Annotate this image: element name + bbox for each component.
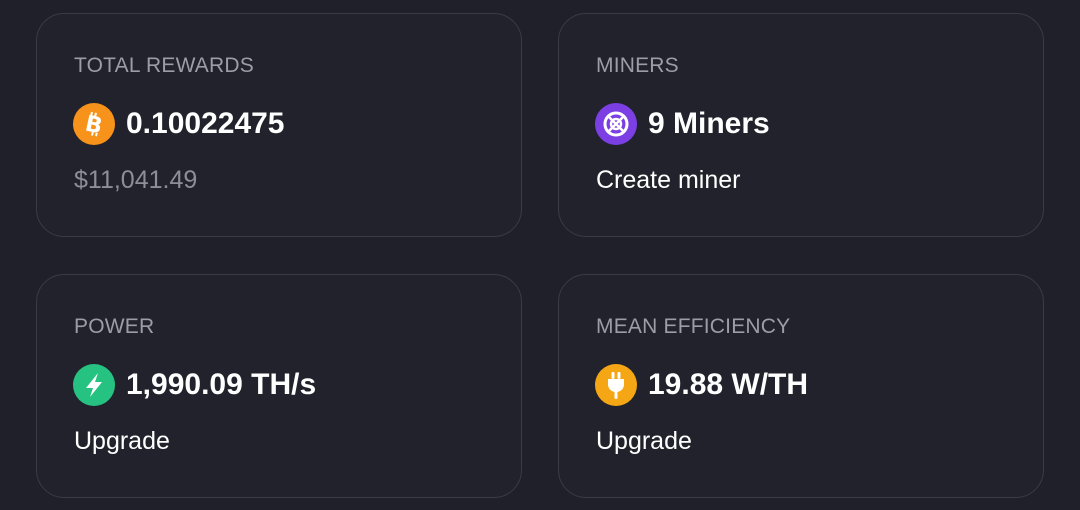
total-rewards-title: TOTAL REWARDS <box>74 54 254 77</box>
power-title: POWER <box>74 315 155 338</box>
lightning-icon <box>73 364 115 406</box>
power-value-row: 1,990.09 TH/s <box>73 364 316 406</box>
create-miner-link[interactable]: Create miner <box>596 166 741 195</box>
power-card: POWER 1,990.09 TH/s Upgrade <box>36 274 522 498</box>
miners-title: MINERS <box>596 54 679 77</box>
total-rewards-card: TOTAL REWARDS B 0.10022475 $11,041.49 <box>36 13 522 237</box>
efficiency-upgrade-link[interactable]: Upgrade <box>596 427 692 456</box>
mean-efficiency-value-row: 19.88 W/TH <box>595 364 808 406</box>
svg-text:B: B <box>83 111 105 139</box>
total-rewards-value-row: B 0.10022475 <box>73 103 285 145</box>
miners-card: MINERS 9 Miners Create miner <box>558 13 1044 237</box>
miners-count: 9 Miners <box>648 107 770 140</box>
plug-icon <box>595 364 637 406</box>
total-rewards-value: 0.10022475 <box>126 107 285 140</box>
total-rewards-usd: $11,041.49 <box>74 166 198 194</box>
mean-efficiency-title: MEAN EFFICIENCY <box>596 315 791 338</box>
miners-value-row: 9 Miners <box>595 103 770 145</box>
mean-efficiency-card: MEAN EFFICIENCY 19.88 W/TH Upgrade <box>558 274 1044 498</box>
power-upgrade-link[interactable]: Upgrade <box>74 427 170 456</box>
power-value: 1,990.09 TH/s <box>126 368 317 401</box>
bitcoin-icon: B <box>73 103 115 145</box>
miner-icon <box>595 103 637 145</box>
dashboard-stats: TOTAL REWARDS B 0.10022475 $11,041.49 MI… <box>0 0 1080 510</box>
mean-efficiency-value: 19.88 W/TH <box>648 368 809 401</box>
